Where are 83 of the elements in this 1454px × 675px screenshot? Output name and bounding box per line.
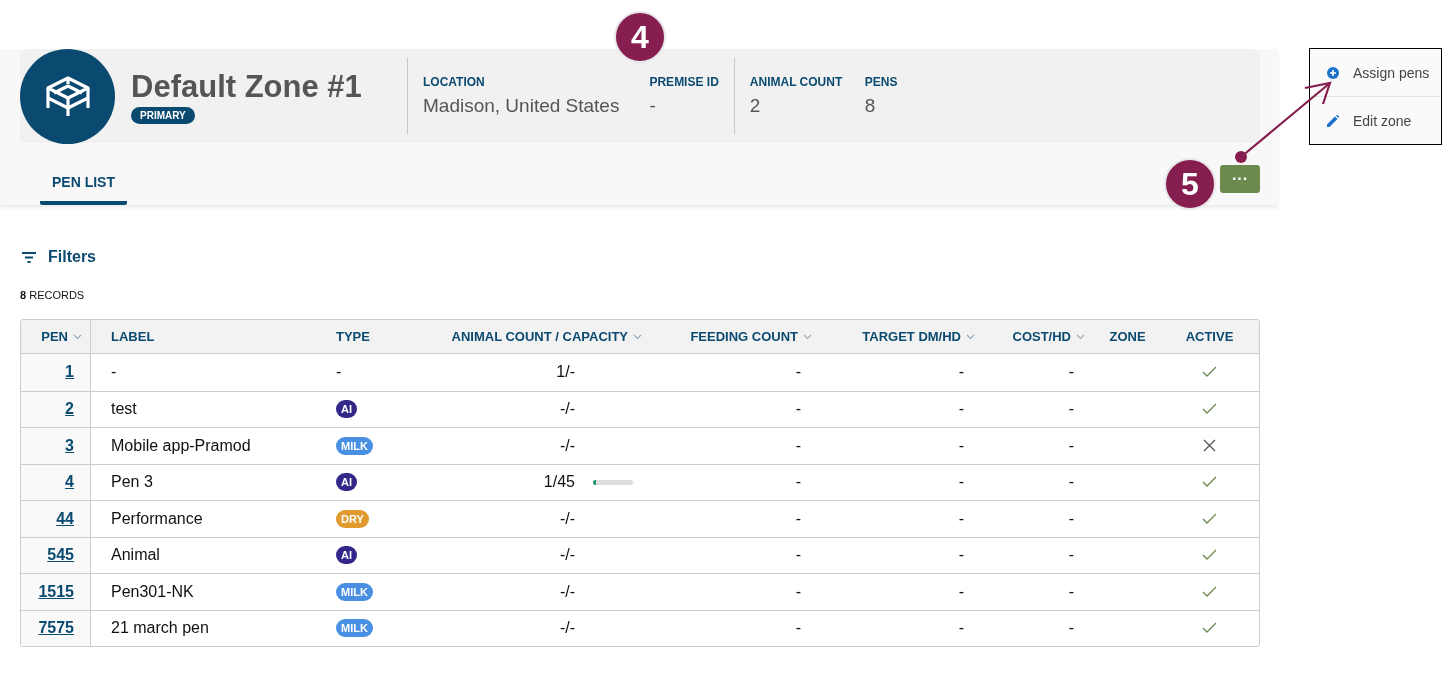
table-cell: - [958, 509, 964, 528]
type-badge: MILK [336, 436, 373, 455]
pen-link[interactable]: 2 [65, 400, 74, 419]
table-cell: - [1068, 473, 1074, 492]
step-badge: 4 [614, 11, 666, 63]
primary-badge: PRIMARY [131, 106, 195, 124]
menu-item[interactable]: Assign pens [1310, 49, 1441, 96]
table-cell: - [795, 582, 801, 601]
table-cell: - [336, 363, 342, 382]
type-badge: AI [336, 473, 357, 492]
column-header[interactable]: PEN [41, 329, 68, 344]
tab[interactable]: PEN LIST [40, 171, 127, 205]
table-cell: - [958, 400, 964, 419]
column-header[interactable]: COST/HD [1012, 329, 1071, 344]
table-cell: - [1068, 546, 1074, 565]
table-cell: - [1068, 436, 1074, 455]
type-badge: AI [336, 400, 357, 419]
zone-title: Default Zone #1 [131, 68, 362, 105]
table-cell: -/- [559, 436, 575, 455]
table-cell: - [1068, 363, 1074, 382]
table-cell: Pen 3 [111, 473, 153, 492]
type-badge: AI [336, 546, 357, 565]
type-badge: DRY [336, 509, 369, 528]
stat-label: PENS [864, 75, 898, 89]
table-cell: 1/45 [543, 473, 575, 492]
table-cell: 21 march pen [111, 619, 209, 638]
column-header: ACTIVE [1185, 329, 1234, 344]
column-header: TYPE [336, 329, 370, 344]
table-cell: - [1068, 582, 1074, 601]
table-cell: -/- [559, 546, 575, 565]
table-cell: Mobile app-Pramod [111, 436, 251, 455]
table-cell: - [958, 619, 964, 638]
column-header[interactable]: ANIMAL COUNT / CAPACITY [451, 329, 628, 344]
pen-link[interactable]: 44 [56, 509, 74, 528]
table-cell: -/- [559, 582, 575, 601]
more-button[interactable]: ··· [1220, 165, 1260, 193]
table-cell: - [1068, 400, 1074, 419]
table-cell: -/- [559, 619, 575, 638]
table-cell: - [795, 619, 801, 638]
table-cell: - [795, 473, 801, 492]
filter-icon [22, 251, 36, 263]
column-header[interactable]: FEEDING COUNT [690, 329, 798, 344]
type-badge: MILK [336, 582, 373, 601]
pen-link[interactable]: 3 [65, 436, 74, 455]
table-cell: - [795, 546, 801, 565]
table-cell: test [111, 400, 137, 419]
table-cell: - [795, 436, 801, 455]
table-cell: - [958, 363, 964, 382]
column-header: LABEL [111, 329, 155, 344]
table-cell: - [795, 400, 801, 419]
stat-value: 8 [864, 95, 877, 117]
records-count: 8 RECORDS [20, 289, 86, 301]
stat-value: - [649, 95, 657, 117]
pencil-icon [1327, 114, 1339, 127]
table-cell: - [795, 509, 801, 528]
table-cell: - [958, 473, 964, 492]
table-cell: - [795, 363, 801, 382]
stat-label: LOCATION [423, 75, 486, 89]
table-cell: - [1068, 619, 1074, 638]
column-header: ZONE [1109, 329, 1146, 344]
table-cell: - [958, 436, 964, 455]
table-cell: 1/- [556, 363, 575, 382]
column-header[interactable]: TARGET DM/HD [862, 329, 961, 344]
table-cell: -/- [559, 509, 575, 528]
stat-label: PREMISE ID [649, 75, 719, 89]
table-cell: Performance [111, 509, 203, 528]
menu-item[interactable]: Edit zone [1310, 96, 1441, 144]
table-cell: - [958, 582, 964, 601]
pen-link[interactable]: 545 [47, 546, 74, 565]
table-cell: -/- [559, 400, 575, 419]
type-badge: MILK [336, 619, 373, 638]
table-cell: Animal [111, 546, 160, 565]
filters-button[interactable]: Filters [20, 247, 96, 267]
table-cell: - [111, 363, 117, 382]
pen-link[interactable]: 4 [65, 473, 74, 492]
stat-value: 2 [749, 95, 762, 117]
stat-value: Madison, United States [423, 95, 620, 117]
pen-link[interactable]: 1 [65, 363, 74, 382]
stat-label: ANIMAL COUNT [749, 75, 844, 89]
plus-circle-icon [1327, 66, 1339, 79]
table-cell: - [1068, 509, 1074, 528]
table-cell: Pen301-NK [111, 582, 194, 601]
table-cell: - [958, 546, 964, 565]
